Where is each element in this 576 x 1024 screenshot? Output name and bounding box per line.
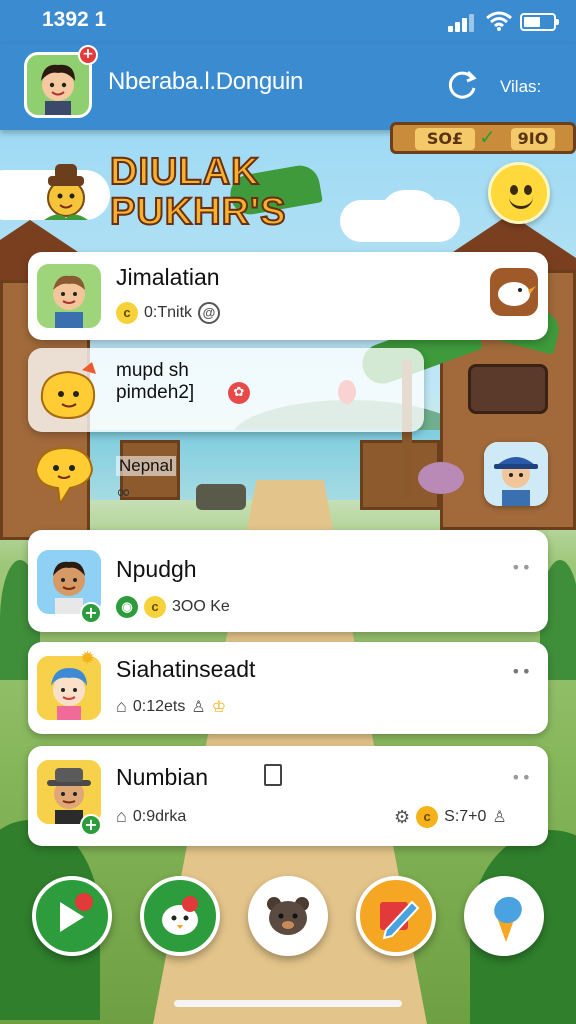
notification-badge: + <box>78 45 98 65</box>
item-subtitle-row: ⌂ 0:9drka <box>116 806 186 827</box>
coin-icon: c <box>416 806 439 828</box>
score-right: 9IO <box>511 128 555 150</box>
add-badge[interactable]: + <box>80 814 102 836</box>
house-icon: ⌂ <box>116 696 127 716</box>
battery-icon <box>520 13 559 31</box>
item-title: mupd sh pimdeh2] <box>116 360 194 404</box>
coin-icon: c <box>144 596 166 618</box>
list-item[interactable]: ✹ Siahatinseadt ⌂ 0:12ets ♙ ♔ •• <box>28 642 548 734</box>
farmer-icon <box>484 442 548 506</box>
item-subtitle: 3OO Ke <box>172 598 230 615</box>
list-item[interactable]: Jimalatian c 0:Tnitk @ <box>28 252 548 340</box>
check-icon: ✓ <box>479 125 496 149</box>
chick-map-icon <box>34 446 94 507</box>
item-title-line-2: pimdeh2] <box>116 382 195 403</box>
add-badge[interactable]: + <box>80 602 102 624</box>
cart <box>196 484 246 510</box>
play-icon <box>60 893 93 932</box>
copy-icon <box>264 764 282 786</box>
pig <box>418 462 464 494</box>
game-logo: DIULAK PUKHR'S <box>109 151 287 233</box>
tv-box <box>468 364 548 414</box>
boy-avatar-icon <box>37 264 101 328</box>
avatar <box>37 264 101 328</box>
item-subtitle: 0:9drka <box>132 807 187 825</box>
person-icon: ♙ <box>191 698 206 716</box>
chick-avatar-icon <box>40 362 96 420</box>
item-subtitle-row: ◉ c 3OO Ke <box>116 596 230 618</box>
item-title: Npudgh <box>116 556 197 582</box>
more-icon[interactable]: •• <box>511 662 532 681</box>
gear-icon: ✹ <box>80 648 96 669</box>
signal-icon <box>448 14 476 32</box>
bird-icon[interactable] <box>484 262 544 322</box>
item-title: Numbian <box>116 764 209 790</box>
nav-ice-cream-button[interactable] <box>464 876 544 956</box>
person-icon: ♙ <box>492 809 507 826</box>
list-item[interactable]: mupd sh pimdeh2] ✿ <box>28 348 424 432</box>
item-subtitle: 0:12ets <box>132 697 186 715</box>
list-item[interactable]: + Npudgh ◉ c 3OO Ke •• <box>28 530 548 632</box>
nav-pencil-button[interactable] <box>356 876 436 956</box>
item-stat-row: ⚙ c S:7+0 ♙ <box>394 806 507 828</box>
infinity-icon: ∞ <box>116 482 131 503</box>
item-title[interactable]: Nepnal <box>116 456 176 476</box>
nav-bear-button[interactable] <box>248 876 328 956</box>
more-icon[interactable]: •• <box>511 768 532 787</box>
smiley-mouth <box>509 197 533 209</box>
farmer-avatar[interactable] <box>484 442 548 506</box>
nav-play-button[interactable] <box>32 876 112 956</box>
status-time: 1392 1 <box>42 8 107 31</box>
wifi-icon <box>486 11 512 31</box>
score-left: SO£ <box>415 128 475 150</box>
swirl-icon: @ <box>198 302 221 324</box>
flower-icon: ✿ <box>228 382 250 404</box>
list-item[interactable]: + Numbian ⌂ 0:9drka ⚙ c S:7+0 ♙ •• <box>28 746 548 846</box>
app-header: + Nberaba.l.Donguin Vilas: <box>0 44 576 130</box>
house-icon: ⌂ <box>116 806 127 826</box>
item-subtitle-row: c 0:Tnitk @ <box>116 302 221 324</box>
smiley-button[interactable] <box>488 162 550 224</box>
page-title: Nberaba.l.Donguin <box>108 68 304 95</box>
score-plank: SO£ ✓ 9IO <box>390 122 576 154</box>
nav-chicken-button[interactable] <box>140 876 220 956</box>
item-subtitle-row: ⌂ 0:12ets ♙ ♔ <box>116 696 226 717</box>
refresh-icon[interactable] <box>444 66 480 102</box>
coin-icon: c <box>116 302 138 324</box>
chicken-icon <box>162 896 198 935</box>
pencil-icon <box>380 900 420 940</box>
gem-icon: ◉ <box>116 596 138 618</box>
boy-face-icon <box>27 55 89 115</box>
more-icon[interactable]: •• <box>511 558 532 577</box>
gear-icon: ⚙ <box>394 806 411 827</box>
home-indicator[interactable] <box>174 1000 402 1007</box>
cowboy-chick-icon <box>44 164 88 220</box>
item-title-line-1: mupd sh <box>116 360 189 381</box>
logo-line-2: PUKHR'S <box>109 191 287 233</box>
item-stat: S:7+0 <box>444 808 487 825</box>
ice-cream-icon <box>494 896 522 942</box>
logo-line-1: DIULAK <box>109 151 260 193</box>
item-subtitle: 0:Tnitk <box>144 304 193 321</box>
crown-icon: ♔ <box>211 698 227 716</box>
header-right-label[interactable]: Vilas: <box>500 77 541 97</box>
item-title: Jimalatian <box>116 264 220 290</box>
item-title: Siahatinseadt <box>116 656 256 682</box>
status-bar: 1392 1 <box>0 0 576 44</box>
bear-icon <box>267 897 309 935</box>
